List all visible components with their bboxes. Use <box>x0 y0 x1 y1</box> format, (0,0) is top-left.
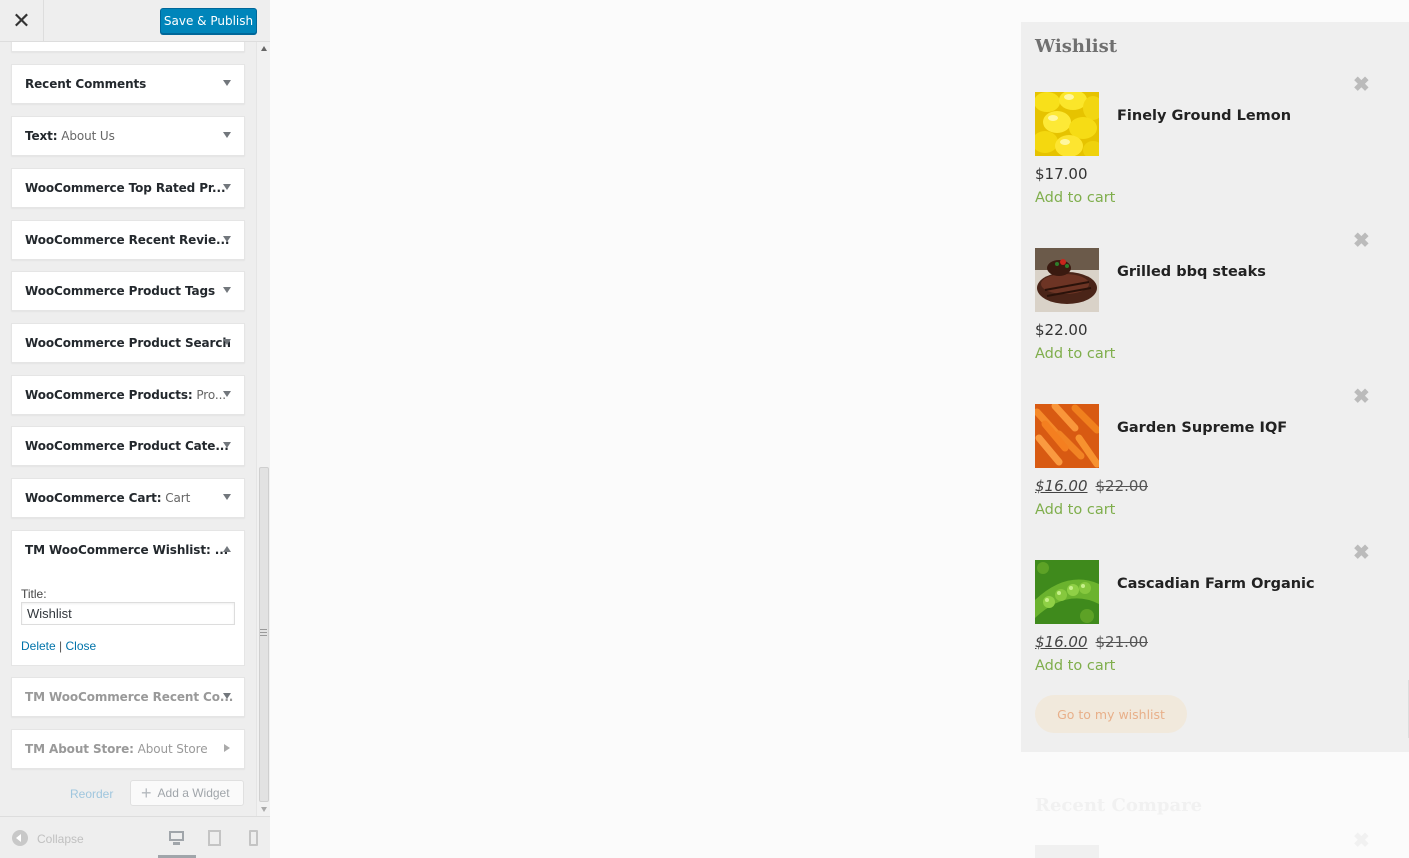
widget-title: Recent Comments <box>25 77 147 91</box>
product-name[interactable]: Garden Supreme IQF <box>1117 420 1287 436</box>
expand-arrow-icon[interactable] <box>223 693 231 699</box>
widget-title: WooCommerce Cart: Cart <box>25 491 191 505</box>
widget-item-text-about-us[interactable]: Text: About Us <box>11 116 245 156</box>
widget-item-product-categories[interactable]: WooCommerce Product Cate... <box>11 426 245 466</box>
remove-item-icon[interactable]: ✖ <box>1353 228 1370 253</box>
desktop-preview-icon[interactable] <box>169 830 185 846</box>
expand-arrow-icon[interactable] <box>223 132 231 138</box>
customizer-footer: Collapse <box>0 816 270 858</box>
remove-item-icon[interactable]: ✖ <box>1353 384 1370 409</box>
widget-item-product-tags[interactable]: WooCommerce Product Tags <box>11 271 245 311</box>
scroll-grip-icon <box>260 629 267 636</box>
customizer-header: ✕ Save & Publish <box>0 0 270 42</box>
widget-list: Recent Comments Text: About Us WooCommer… <box>0 42 256 816</box>
expand-arrow-icon[interactable] <box>223 339 231 345</box>
sale-price: $16.00 <box>1035 477 1088 495</box>
go-to-wishlist-button[interactable]: Go to my wishlist <box>1035 695 1187 733</box>
widget-item-product-search[interactable]: WooCommerce Product Search <box>11 323 245 363</box>
reorder-link[interactable]: Reorder <box>70 787 113 801</box>
wishlist-item: ✖ Grilled bbq steaks $22.00 Add to cart <box>1035 228 1405 384</box>
widget-item-products[interactable]: WooCommerce Products: Pro... <box>11 375 245 415</box>
expand-arrow-icon[interactable] <box>223 391 231 397</box>
widget-title-input[interactable] <box>21 602 235 625</box>
product-image-partial <box>1035 845 1099 858</box>
tablet-preview-icon[interactable] <box>207 830 223 846</box>
widget-title: TM WooCommerce Wishlist: ... <box>25 543 229 557</box>
recent-compare-title: Recent Compare <box>1035 795 1203 816</box>
widget-item-cart[interactable]: WooCommerce Cart: Cart <box>11 478 245 518</box>
widget-title: WooCommerce Product Tags <box>25 284 216 298</box>
customizer-sidebar: ✕ Save & Publish Recent Comments Text: A… <box>0 0 270 858</box>
product-name[interactable]: Cascadian Farm Organic <box>1117 576 1315 592</box>
product-price: $22.00 <box>1035 321 1088 339</box>
widget-item-about-store[interactable]: TM About Store: About Store <box>11 729 245 769</box>
wishlist-item: ✖ Garden Supreme IQF $16.00 $22.00 Add t… <box>1035 384 1405 540</box>
wishlist-widget-form: Title: Delete | Close <box>11 569 245 666</box>
add-widget-button[interactable]: + Add a Widget <box>130 780 244 806</box>
wishlist-widget-preview: Wishlist ✖ Finely Ground Lemon $17.00 Ad… <box>1021 22 1409 752</box>
add-to-cart-link[interactable]: Add to cart <box>1035 190 1115 206</box>
widget-title: WooCommerce Product Cate... <box>25 439 229 453</box>
sale-price: $16.00 <box>1035 633 1088 651</box>
wishlist-title: Wishlist <box>1035 36 1118 57</box>
site-preview: Wishlist ✖ Finely Ground Lemon $17.00 Ad… <box>271 0 1409 858</box>
widget-title: WooCommerce Products: Pro... <box>25 388 227 402</box>
sidebar-scrollbar[interactable] <box>256 42 270 816</box>
product-name[interactable]: Grilled bbq steaks <box>1117 264 1266 280</box>
wishlist-item: ✖ Cascadian Farm Organic $16.00 $21.00 A… <box>1035 540 1405 696</box>
product-image-carrots[interactable] <box>1035 404 1099 468</box>
product-image-steak[interactable] <box>1035 248 1099 312</box>
add-widget-label: Add a Widget <box>157 786 230 800</box>
widget-title: WooCommerce Top Rated Pr... <box>25 181 226 195</box>
wishlist-item: ✖ Finely Ground Lemon $17.00 Add to cart <box>1035 72 1405 228</box>
delete-widget-link[interactable]: Delete <box>21 639 56 653</box>
remove-item-icon[interactable]: ✖ <box>1353 540 1370 565</box>
widget-title: TM WooCommerce Recent Co... <box>25 690 234 704</box>
save-publish-button[interactable]: Save & Publish <box>160 8 257 34</box>
remove-item-icon[interactable]: ✖ <box>1353 72 1370 97</box>
expand-arrow-icon[interactable] <box>223 184 231 190</box>
widget-title: TM About Store: About Store <box>25 742 208 756</box>
close-widget-link[interactable]: Close <box>65 639 96 653</box>
product-image-peas[interactable] <box>1035 560 1099 624</box>
title-label: Title: <box>21 587 47 601</box>
product-image-lemons[interactable] <box>1035 92 1099 156</box>
product-name[interactable]: Finely Ground Lemon <box>1117 108 1291 124</box>
scroll-down-arrow-icon[interactable] <box>261 807 267 812</box>
collapse-label[interactable]: Collapse <box>37 832 84 846</box>
scroll-up-arrow-icon[interactable] <box>261 46 267 51</box>
close-customizer-button[interactable]: ✕ <box>0 0 44 42</box>
widget-form-actions: Delete | Close <box>21 639 96 653</box>
expand-arrow-icon[interactable] <box>223 236 231 242</box>
product-price: $17.00 <box>1035 165 1088 183</box>
plus-icon: + <box>141 782 152 803</box>
collapse-arrow-icon[interactable] <box>12 830 28 846</box>
add-to-cart-link[interactable]: Add to cart <box>1035 346 1115 362</box>
widget-item-wishlist[interactable]: TM WooCommerce Wishlist: ... <box>11 530 245 570</box>
add-to-cart-link[interactable]: Add to cart <box>1035 658 1115 674</box>
expand-arrow-icon[interactable] <box>223 494 231 500</box>
widget-title: Text: About Us <box>25 129 115 143</box>
product-price: $16.00 $22.00 <box>1035 477 1148 495</box>
expand-arrow-icon[interactable] <box>223 287 231 293</box>
mobile-preview-icon[interactable] <box>247 830 263 846</box>
add-to-cart-link[interactable]: Add to cart <box>1035 502 1115 518</box>
link-separator: | <box>55 639 66 653</box>
widget-item-top-rated[interactable]: WooCommerce Top Rated Pr... <box>11 168 245 208</box>
remove-item-icon[interactable]: ✖ <box>1353 828 1370 853</box>
expand-arrow-icon[interactable] <box>223 80 231 86</box>
widget-title: WooCommerce Product Search <box>25 336 231 350</box>
product-price: $16.00 $21.00 <box>1035 633 1148 651</box>
regular-price: $21.00 <box>1095 633 1149 651</box>
expand-arrow-icon[interactable] <box>223 442 231 448</box>
widget-item-partial[interactable] <box>11 42 245 52</box>
widget-item-recent-comments[interactable]: Recent Comments <box>11 64 245 104</box>
regular-price: $22.00 <box>1095 477 1149 495</box>
widget-item-recent-reviews[interactable]: WooCommerce Recent Revie... <box>11 220 245 260</box>
widget-title: WooCommerce Recent Revie... <box>25 233 230 247</box>
widget-item-recent-compare[interactable]: TM WooCommerce Recent Co... <box>11 677 245 717</box>
collapse-arrow-icon[interactable] <box>223 546 231 552</box>
expand-arrow-icon[interactable] <box>224 744 230 752</box>
